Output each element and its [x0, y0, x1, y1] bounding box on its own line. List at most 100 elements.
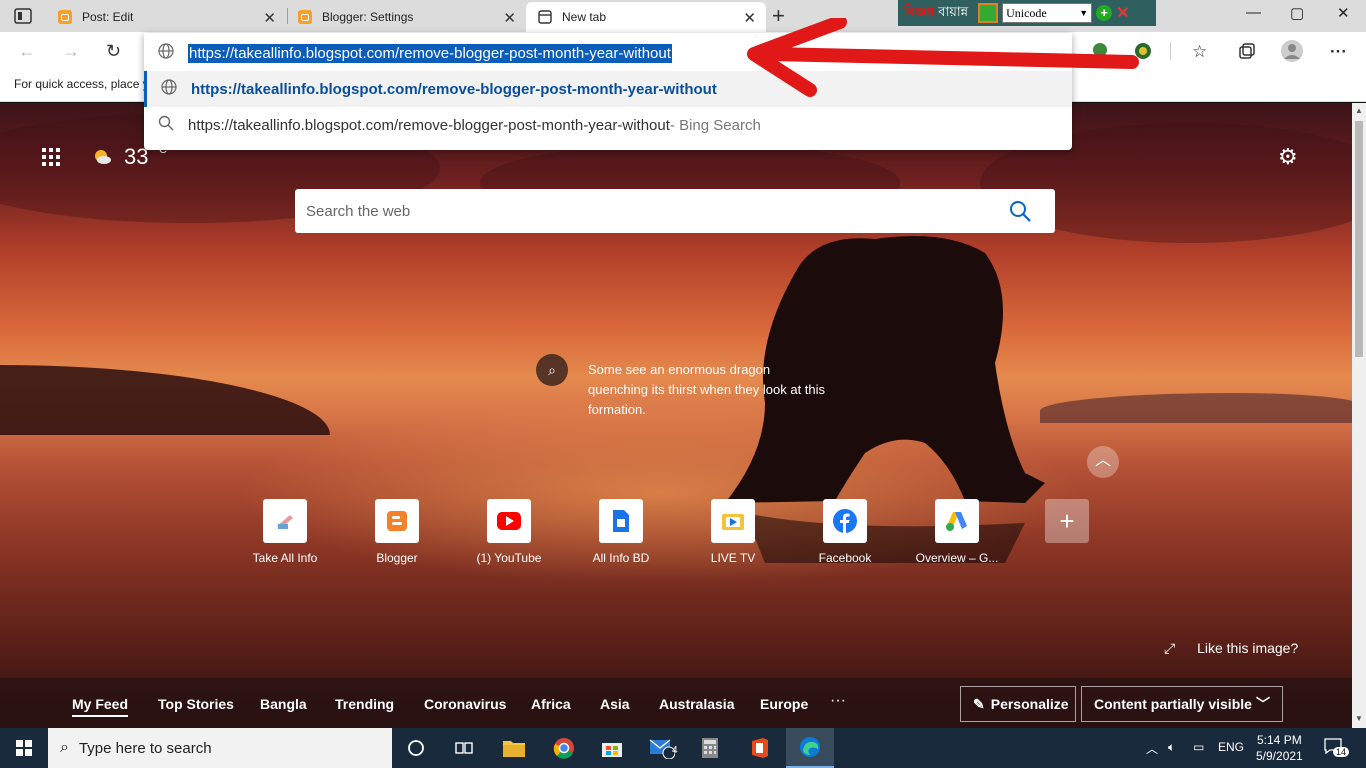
scrollbar-thumb[interactable]: [1355, 121, 1363, 357]
page-scrollbar[interactable]: ▲ ▼: [1352, 103, 1366, 728]
quick-link-blogger[interactable]: Blogger: [341, 499, 453, 565]
mail-icon[interactable]: 4: [638, 728, 686, 768]
new-tab-page: 33 °C ⚙ ⌕ Some see an enormous dragon qu…: [0, 103, 1352, 728]
tab-title: New tab: [562, 10, 607, 24]
close-window-button[interactable]: ✕: [1337, 4, 1350, 22]
feed-tab-asia[interactable]: Asia: [600, 696, 630, 712]
partly-sunny-icon: [95, 150, 111, 164]
background-hill: [0, 365, 330, 435]
task-view-icon[interactable]: [440, 728, 488, 768]
tab-blogger-settings[interactable]: Blogger: Settings ✕: [286, 2, 526, 32]
apps-grid-icon[interactable]: [42, 148, 60, 166]
search-icon: [144, 115, 188, 135]
windows-taskbar: ⌕ Type here to search 4 ︿ 🔈︎ ▭ ENG 5:14 …: [0, 728, 1366, 768]
cortana-icon[interactable]: [392, 728, 440, 768]
taskbar-search-placeholder: Type here to search: [78, 739, 212, 757]
feed-tab-africa[interactable]: Africa: [531, 696, 571, 712]
office-icon[interactable]: [736, 728, 784, 768]
scroll-up-icon[interactable]: ▲: [1355, 106, 1363, 115]
personalize-label: Personalize: [990, 696, 1069, 712]
page-settings-gear-icon[interactable]: ⚙: [1278, 144, 1298, 170]
network-icon[interactable]: ▭: [1193, 740, 1204, 754]
favorites-star-icon[interactable]: ☆: [1192, 42, 1207, 62]
feed-more-icon[interactable]: ···: [830, 692, 846, 710]
quick-link-all-info-bd[interactable]: All Info BD: [565, 499, 677, 565]
quick-link-label: Blogger: [376, 551, 418, 565]
pencil-icon: ✎: [973, 695, 985, 712]
show-hidden-icons-chevron-up-icon[interactable]: ︿: [1146, 740, 1158, 757]
google-ads-icon: [935, 499, 979, 543]
tab-title: Post: Edit: [82, 10, 134, 24]
like-image-link[interactable]: ⤢ Like this image?: [1164, 640, 1298, 657]
quick-link-youtube[interactable]: (1) YouTube: [453, 499, 565, 565]
quick-link-label: Overview – G...: [915, 551, 999, 565]
image-info-text[interactable]: Some see an enormous dragon quenching it…: [588, 360, 828, 420]
tab-post-edit[interactable]: Post: Edit ✕: [46, 2, 286, 32]
minimize-button[interactable]: —: [1246, 4, 1261, 21]
windows-start-icon[interactable]: [16, 740, 32, 756]
content-visibility-dropdown[interactable]: Content partially visible ﹀: [1081, 686, 1283, 722]
calculator-icon[interactable]: [686, 728, 734, 768]
chevron-down-icon: ▼: [1079, 8, 1089, 18]
plus-icon: +: [1045, 499, 1089, 543]
web-search-box: [295, 189, 1055, 233]
feed-tab-trending[interactable]: Trending: [335, 696, 394, 712]
tab-new-tab[interactable]: New tab ✕: [526, 2, 766, 32]
feed-tab-bangla[interactable]: Bangla: [260, 696, 307, 712]
image-info-icon[interactable]: ⌕: [536, 354, 568, 386]
clock-time: 5:14 PM: [1257, 733, 1302, 747]
tab-strip: Post: Edit ✕ Blogger: Settings ✕ New tab…: [0, 0, 1366, 32]
youtube-icon: [487, 499, 531, 543]
refresh-icon[interactable]: ↻: [106, 41, 121, 62]
file-explorer-icon[interactable]: [490, 728, 538, 768]
feed-navigation: My Feed Top Stories Bangla Trending Coro…: [0, 678, 1352, 728]
content-visibility-label: Content partially visible: [1094, 696, 1252, 712]
edge-icon[interactable]: [786, 728, 834, 768]
search-icon: ⌕: [60, 739, 69, 756]
facebook-icon: [823, 499, 867, 543]
close-tab-icon[interactable]: ✕: [263, 9, 276, 27]
feed-tab-australasia[interactable]: Australasia: [659, 696, 734, 712]
more-menu-icon[interactable]: ···: [1330, 42, 1347, 62]
quick-link-live-tv[interactable]: LIVE TV: [677, 499, 789, 565]
quick-link-label: Take All Info: [252, 551, 318, 565]
suggestion-url-text: https://takeallinfo.blogspot.com/remove-…: [191, 80, 717, 98]
profile-avatar-icon[interactable]: [1280, 39, 1304, 63]
quick-link-label: LIVE TV: [710, 551, 756, 565]
speaker-icon[interactable]: 🔈︎: [1168, 740, 1175, 755]
search-icon[interactable]: [1009, 200, 1031, 222]
back-arrow-icon[interactable]: ←: [18, 41, 36, 62]
forward-arrow-icon[interactable]: →: [62, 41, 80, 62]
quick-link-take-all-info[interactable]: Take All Info: [229, 499, 341, 565]
favorites-bar-hint: For quick access, place y: [14, 77, 149, 91]
address-input-text[interactable]: https://takeallinfo.blogspot.com/remove-…: [188, 43, 672, 63]
feed-tab-europe[interactable]: Europe: [760, 696, 808, 712]
microsoft-store-icon[interactable]: [588, 728, 636, 768]
scroll-down-icon[interactable]: ▼: [1355, 714, 1363, 723]
feed-tab-top-stories[interactable]: Top Stories: [158, 696, 234, 712]
chrome-icon[interactable]: [540, 728, 588, 768]
input-language[interactable]: ENG: [1218, 740, 1244, 754]
quick-link-facebook[interactable]: Facebook: [789, 499, 901, 565]
action-center-icon[interactable]: 14: [1324, 738, 1350, 758]
collections-icon[interactable]: [1238, 42, 1256, 60]
taskbar-search[interactable]: ⌕ Type here to search: [48, 728, 392, 768]
tab-actions-icon[interactable]: [14, 8, 32, 24]
quick-link-google-ads[interactable]: Overview – G...: [901, 499, 1013, 565]
add-quick-link-button[interactable]: +: [1011, 499, 1123, 543]
collapse-chevron-up-icon[interactable]: ︿: [1087, 446, 1119, 478]
feed-tab-coronavirus[interactable]: Coronavirus: [424, 696, 506, 712]
document-icon: [599, 499, 643, 543]
globe-icon: [144, 43, 188, 63]
suggestion-search-engine: - Bing Search: [669, 116, 761, 134]
blogger-icon: [298, 10, 312, 24]
close-tab-icon[interactable]: ✕: [503, 9, 516, 27]
feed-tab-my-feed[interactable]: My Feed: [72, 696, 129, 717]
red-arrow-annotation: [747, 18, 1139, 97]
tv-icon: [711, 499, 755, 543]
personalize-button[interactable]: ✎ Personalize: [960, 686, 1076, 722]
system-clock[interactable]: 5:14 PM 5/9/2021: [1256, 732, 1303, 764]
suggestion-search[interactable]: https://takeallinfo.blogspot.com/remove-…: [144, 107, 1072, 143]
search-input[interactable]: [306, 202, 986, 220]
maximize-button[interactable]: ▢: [1290, 4, 1304, 22]
